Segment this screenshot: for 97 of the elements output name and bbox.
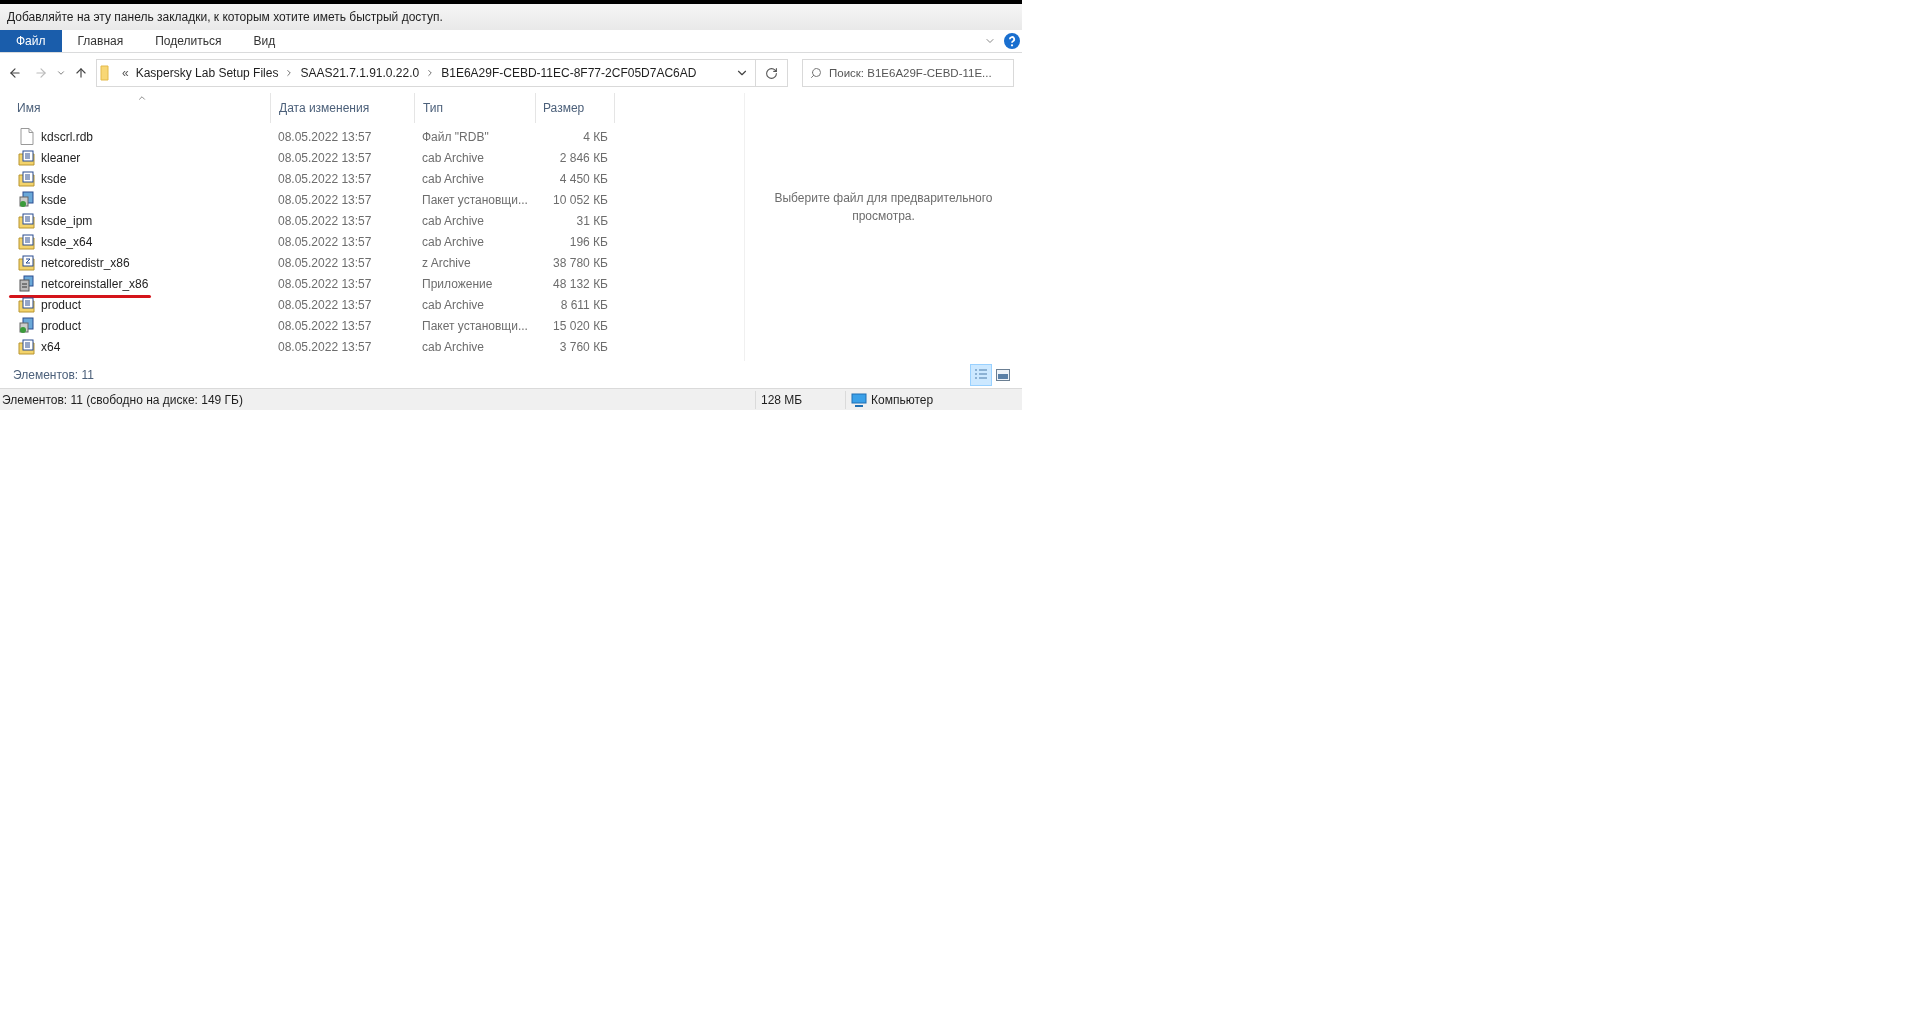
file-row[interactable]: product 08.05.2022 13:57 cab Archive 8 611 КБ	[0, 294, 744, 315]
file-name: ksde_ipm	[41, 212, 93, 230]
type-cell-text: Пакет установщи...	[421, 191, 529, 209]
installer-icon	[18, 191, 35, 208]
file-row[interactable]: kdscrl.rdb 08.05.2022 13:57 Файл "RDB" 4 КБ	[0, 126, 744, 147]
path-overflow[interactable]: «	[122, 64, 129, 82]
size-cell-text: 3 760 КБ	[558, 338, 608, 356]
size-cell-text: 2 846 КБ	[558, 149, 608, 167]
file-row[interactable]: netcoreinstaller_x86 08.05.2022 13:57 Приложение 48 132 КБ	[0, 273, 744, 294]
file-row[interactable]: x64 08.05.2022 13:57 cab Archive 3 760 КБ	[0, 336, 744, 357]
installer-icon	[18, 317, 35, 334]
refresh-icon[interactable]	[765, 66, 778, 80]
column-header[interactable]: Имя	[0, 93, 270, 123]
type-cell-text: Пакет установщи...	[421, 317, 529, 335]
type-cell-text: Приложение	[421, 275, 494, 293]
date-cell-text: 08.05.2022 13:57	[277, 338, 373, 356]
date-cell-text: 08.05.2022 13:57	[277, 128, 373, 146]
file-name: ksde	[41, 170, 67, 188]
back-icon[interactable]	[8, 66, 22, 80]
ribbon-tab[interactable]: Поделиться	[139, 30, 238, 52]
breadcrumb[interactable]: Kaspersky Lab Setup Files	[135, 64, 279, 82]
search-field[interactable]: Поиск: B1E6A29F-CEBD-11E...	[802, 59, 1014, 87]
ribbon-tab[interactable]: Файл	[0, 30, 62, 52]
file-name: kdscrl.rdb	[41, 128, 93, 146]
preview-pane-icon	[996, 368, 1010, 381]
up-icon[interactable]	[74, 66, 88, 80]
file-name: kleaner	[41, 149, 81, 167]
type-cell-text: cab Archive	[421, 212, 486, 230]
cab-archive-icon	[18, 170, 35, 187]
file-row[interactable]: netcoredistr_x86 08.05.2022 13:57 z Archive 38 780 КБ	[0, 252, 744, 273]
column-header[interactable]: Дата изменения	[270, 93, 414, 123]
type-cell-text: cab Archive	[421, 338, 486, 356]
status-summary: Элементов: 11 (свободно на диске: 149 ГБ)	[1, 391, 244, 409]
ribbon-tab[interactable]: Вид	[237, 30, 292, 52]
date-cell-text: 08.05.2022 13:57	[277, 317, 373, 335]
help-icon[interactable]	[1004, 33, 1020, 49]
size-cell-text: 196 КБ	[568, 233, 608, 251]
type-cell-text: cab Archive	[421, 170, 486, 188]
file-name: product	[41, 317, 82, 335]
item-count: Элементов: 11	[13, 366, 94, 384]
details-view-icon	[974, 367, 988, 382]
zip-archive-icon	[18, 254, 35, 271]
date-cell-text: 08.05.2022 13:57	[277, 212, 373, 230]
file-row[interactable]: ksde 08.05.2022 13:57 cab Archive 4 450 КБ	[0, 168, 744, 189]
size-cell-text: 4 КБ	[582, 128, 608, 146]
type-cell-text: Файл "RDB"	[421, 128, 490, 146]
cab-archive-icon	[18, 233, 35, 250]
size-cell-text: 15 020 КБ	[552, 317, 608, 335]
file-name: netcoredistr_x86	[41, 254, 130, 272]
sort-indicator-icon	[137, 93, 147, 103]
recent-locations-icon[interactable]	[56, 68, 66, 78]
type-cell-text: cab Archive	[421, 149, 486, 167]
ribbon-tab[interactable]: Главная	[61, 30, 140, 52]
file-row[interactable]: ksde_ipm 08.05.2022 13:57 cab Archive 31 КБ	[0, 210, 744, 231]
bookmarks-bar: Добавляйте на эту панель закладки, к которым хотите иметь быстрый доступ.	[0, 4, 1022, 30]
breadcrumb[interactable]: SAAS21.7.1.91.0.22.0	[300, 64, 420, 82]
size-cell-text: 10 052 КБ	[552, 191, 608, 209]
column-header[interactable]: Размер	[535, 93, 615, 123]
file-name: ksde_x64	[41, 233, 93, 251]
date-cell-text: 08.05.2022 13:57	[277, 275, 373, 293]
date-cell-text: 08.05.2022 13:57	[277, 233, 373, 251]
installer-icon	[18, 275, 35, 292]
date-cell-text: 08.05.2022 13:57	[277, 170, 373, 188]
date-cell-text: 08.05.2022 13:57	[277, 191, 373, 209]
file-row[interactable]: ksde_x64 08.05.2022 13:57 cab Archive 196 КБ	[0, 231, 744, 252]
preview-message: Выберите файл для предварительного просмотра.	[773, 190, 994, 225]
details-view-button[interactable]	[970, 363, 992, 386]
file-row[interactable]: kleaner 08.05.2022 13:57 cab Archive 2 846 КБ	[0, 147, 744, 168]
size-cell-text: 48 132 КБ	[552, 275, 608, 293]
breadcrumb[interactable]: B1E6A29F-CEBD-11EC-8F77-2CF05D7AC6AD	[441, 64, 697, 82]
date-cell-text: 08.05.2022 13:57	[277, 254, 373, 272]
date-cell-text: 08.05.2022 13:57	[277, 149, 373, 167]
cab-archive-icon	[18, 296, 35, 313]
size-cell-text: 4 450 КБ	[558, 170, 608, 188]
size-cell-text: 31 КБ	[575, 212, 608, 230]
cab-archive-icon	[18, 212, 35, 229]
date-cell-text: 08.05.2022 13:57	[277, 296, 373, 314]
file-name: x64	[41, 338, 61, 356]
size-cell-text: 8 611 КБ	[559, 296, 608, 314]
address-bar[interactable]: « Kaspersky Lab Setup Files SAAS21.7.1.91.0.22.0 B1E6A29F-CEBD-11EC-8F77-2CF05D7AC6AD	[96, 59, 788, 87]
file-name: netcoreinstaller_x86	[41, 275, 149, 293]
file-row[interactable]: ksde 08.05.2022 13:57 Пакет установщи... 10 052 КБ	[0, 189, 744, 210]
type-cell-text: cab Archive	[421, 233, 486, 251]
file-name: ksde	[41, 191, 67, 209]
size-cell-text: 38 780 КБ	[552, 254, 608, 272]
type-cell-text: cab Archive	[421, 296, 486, 314]
file-name: product	[41, 296, 82, 314]
status-location: Компьютер	[871, 391, 934, 409]
document-icon	[19, 128, 34, 145]
cab-archive-icon	[18, 149, 35, 166]
file-row[interactable]: product 08.05.2022 13:57 Пакет установщи... 15 020 КБ	[0, 315, 744, 336]
type-cell-text: z Archive	[421, 254, 472, 272]
search-icon	[810, 67, 822, 79]
status-size: 128 МБ	[755, 390, 845, 409]
column-header[interactable]: Тип	[414, 93, 535, 123]
cab-archive-icon	[18, 338, 35, 355]
computer-icon	[851, 392, 867, 407]
